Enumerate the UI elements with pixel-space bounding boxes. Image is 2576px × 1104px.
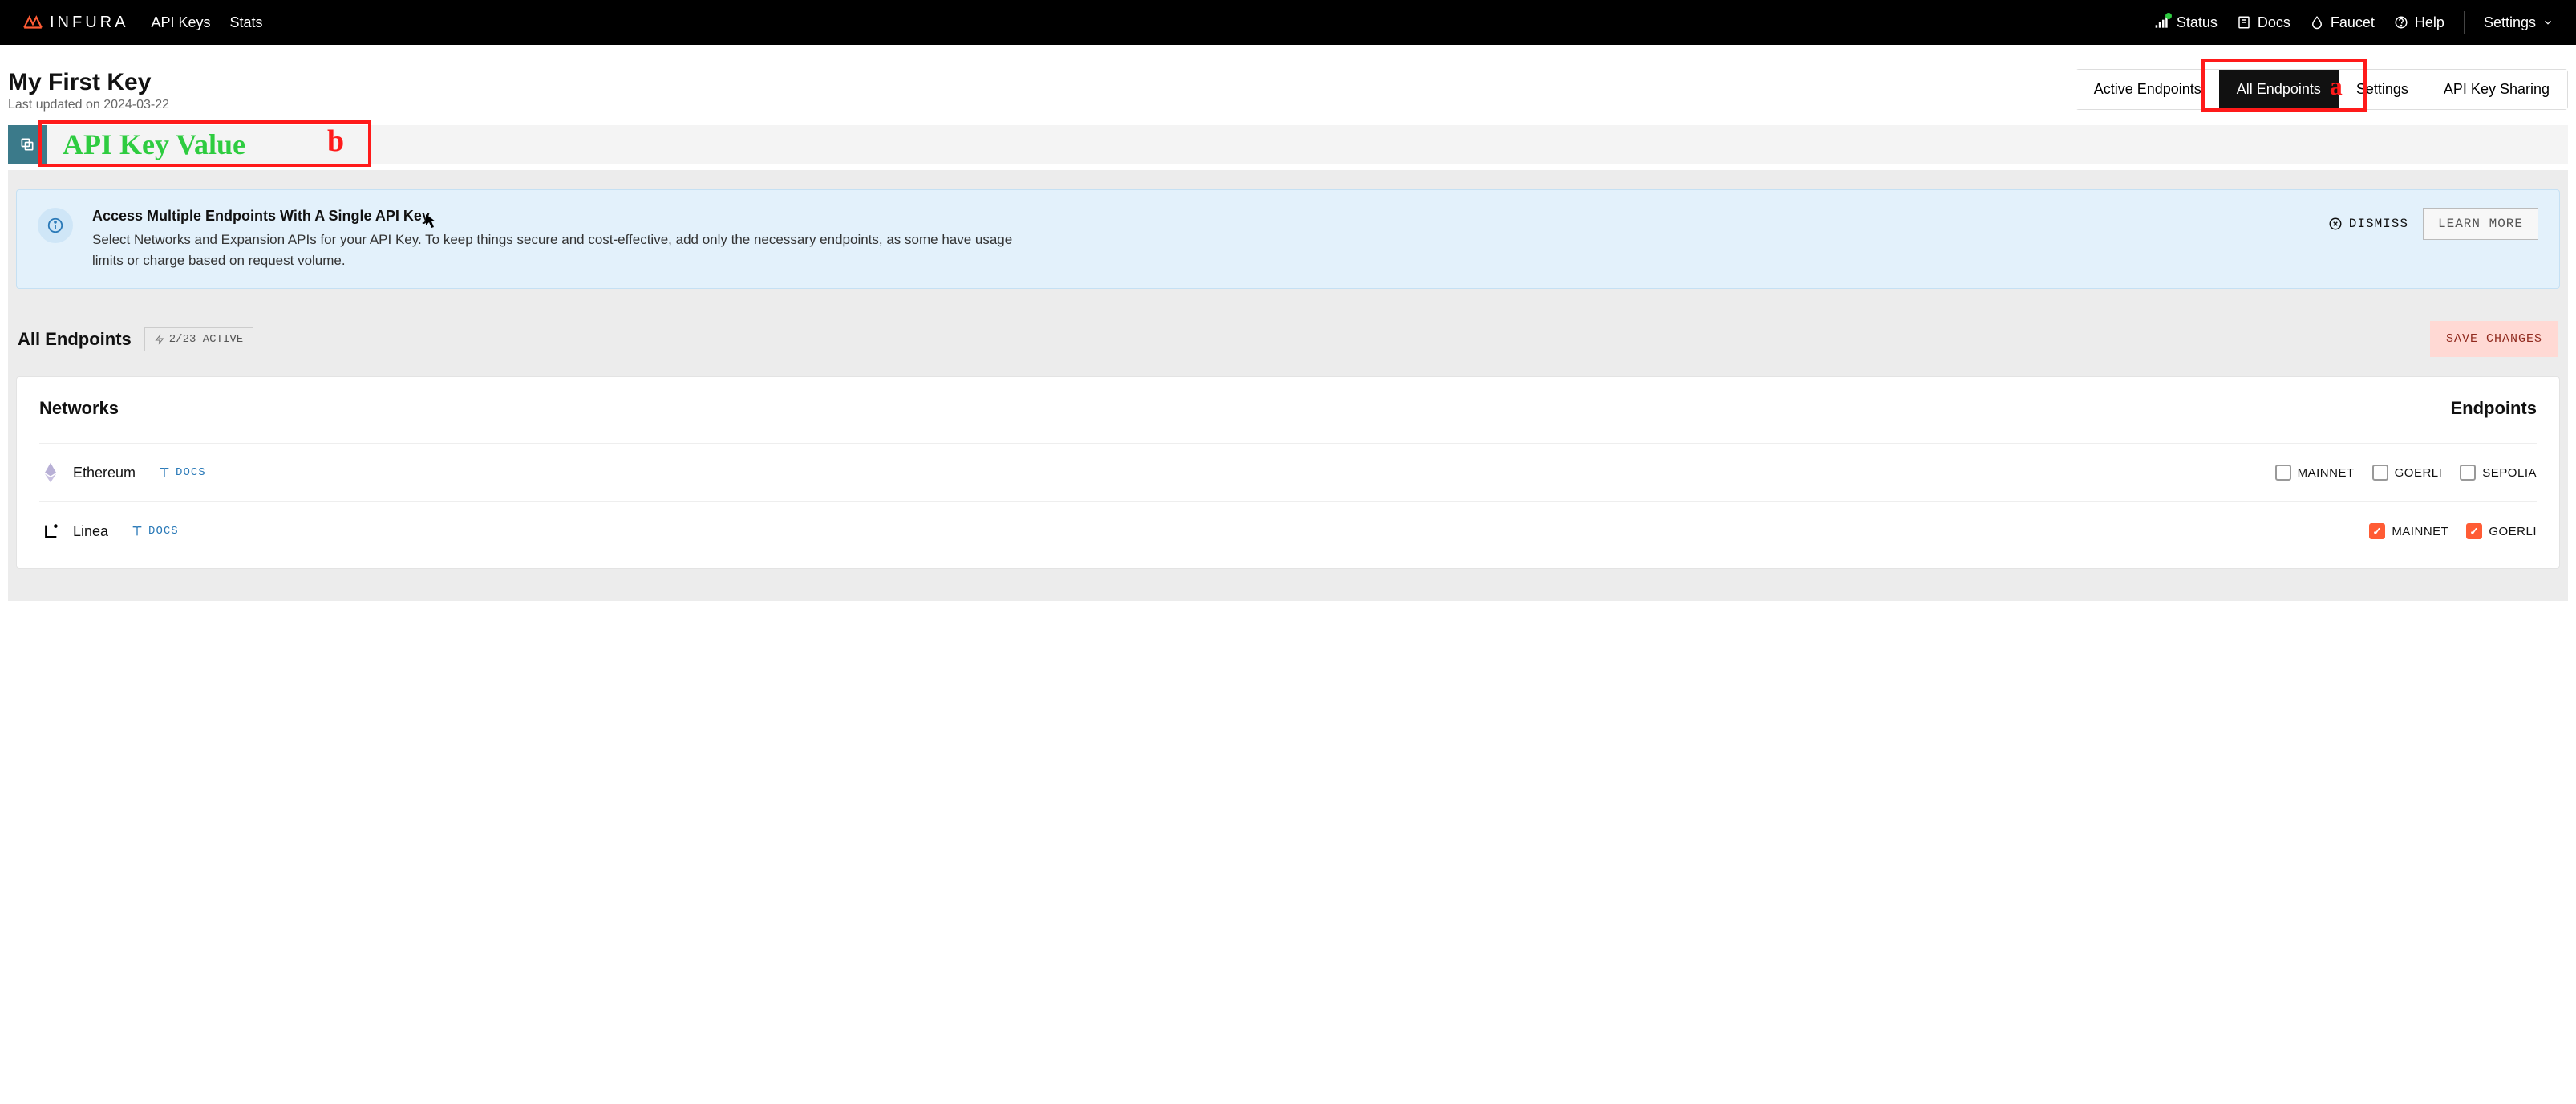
nav-stats[interactable]: Stats (229, 14, 262, 31)
info-banner: Access Multiple Endpoints With A Single … (16, 189, 2560, 289)
nav-status[interactable]: Status (2154, 14, 2218, 31)
checkbox-icon (2369, 523, 2385, 539)
network-name: Ethereum (73, 465, 136, 481)
network-name: Linea (73, 523, 108, 540)
tab-settings[interactable]: Settings (2339, 70, 2426, 109)
drop-icon (2310, 15, 2324, 30)
annotation-label-a: a (2330, 71, 2343, 101)
bolt-icon (155, 334, 164, 345)
docs-link[interactable]: DOCS (131, 525, 179, 538)
endpoint-checkbox[interactable]: GOERLI (2466, 523, 2537, 539)
col-networks: Networks (39, 398, 119, 419)
content-area: Access Multiple Endpoints With A Single … (8, 170, 2568, 601)
close-circle-icon (2328, 217, 2343, 231)
checkbox-icon (2466, 523, 2482, 539)
section-header: All Endpoints 2/23 ACTIVE SAVE CHANGES (16, 321, 2560, 357)
book-icon (131, 525, 144, 538)
col-endpoints: Endpoints (2450, 398, 2537, 419)
brand-logo[interactable]: INFURA (22, 12, 128, 33)
section-title: All Endpoints (18, 329, 132, 350)
page-title: My First Key (8, 69, 169, 96)
book-icon (158, 466, 171, 479)
annotation-label-b: b (327, 124, 344, 159)
dismiss-button[interactable]: DISMISS (2328, 217, 2408, 231)
network-row: Ethereum DOCS MAINNET (39, 443, 2537, 501)
help-icon (2394, 15, 2408, 30)
api-key-row: API Key Value b (8, 125, 2568, 164)
endpoint-checkbox[interactable]: MAINNET (2275, 465, 2355, 481)
save-changes-button[interactable]: SAVE CHANGES (2430, 321, 2558, 357)
tab-all-endpoints[interactable]: All Endpoints (2219, 70, 2339, 109)
page-body: My First Key Last updated on 2024-03-22 … (0, 45, 2576, 601)
nav-faucet[interactable]: Faucet (2310, 14, 2375, 31)
top-navbar: INFURA API Keys Stats Status Docs Faucet (0, 0, 2576, 45)
copy-icon (19, 136, 35, 152)
endpoint-checkbox[interactable]: SEPOLIA (2460, 465, 2537, 481)
docs-link[interactable]: DOCS (158, 466, 206, 479)
network-row: Linea DOCS MAINNET (39, 501, 2537, 560)
logo-icon (22, 12, 43, 33)
checkbox-icon (2275, 465, 2291, 481)
chevron-down-icon (2542, 17, 2554, 28)
checkbox-icon (2372, 465, 2388, 481)
linea-icon (39, 520, 62, 542)
copy-api-key-button[interactable] (8, 125, 47, 164)
endpoint-checkbox[interactable]: GOERLI (2372, 465, 2443, 481)
endpoint-checkbox[interactable]: MAINNET (2369, 523, 2448, 539)
api-key-value: API Key Value (63, 128, 245, 161)
docs-icon (2237, 15, 2251, 30)
banner-text: Select Networks and Expansion APIs for y… (92, 229, 1039, 270)
tab-active-endpoints[interactable]: Active Endpoints (2076, 70, 2219, 109)
checkbox-icon (2460, 465, 2476, 481)
signal-icon (2154, 14, 2170, 30)
tab-api-key-sharing[interactable]: API Key Sharing (2426, 70, 2567, 109)
nav-left: API Keys Stats (151, 14, 262, 31)
nav-api-keys[interactable]: API Keys (151, 14, 210, 31)
banner-title: Access Multiple Endpoints With A Single … (92, 208, 2309, 225)
nav-docs[interactable]: Docs (2237, 14, 2290, 31)
api-key-field: API Key Value b (47, 125, 2568, 164)
info-icon (38, 208, 73, 243)
nav-settings-dropdown[interactable]: Settings (2484, 14, 2554, 31)
nav-help[interactable]: Help (2394, 14, 2444, 31)
logo-text: INFURA (50, 14, 128, 32)
active-count-pill: 2/23 ACTIVE (144, 327, 253, 351)
networks-panel: Networks Endpoints Ethereum (16, 376, 2560, 569)
view-tabs: Active Endpoints All Endpoints Settings … (2076, 69, 2568, 110)
page-header: My First Key Last updated on 2024-03-22 … (8, 53, 2568, 119)
page-updated: Last updated on 2024-03-22 (8, 98, 169, 112)
learn-more-button[interactable]: LEARN MORE (2423, 208, 2538, 240)
ethereum-icon (39, 461, 62, 484)
nav-right: Status Docs Faucet Help Settings (2154, 11, 2554, 34)
nav-divider (2464, 11, 2465, 34)
